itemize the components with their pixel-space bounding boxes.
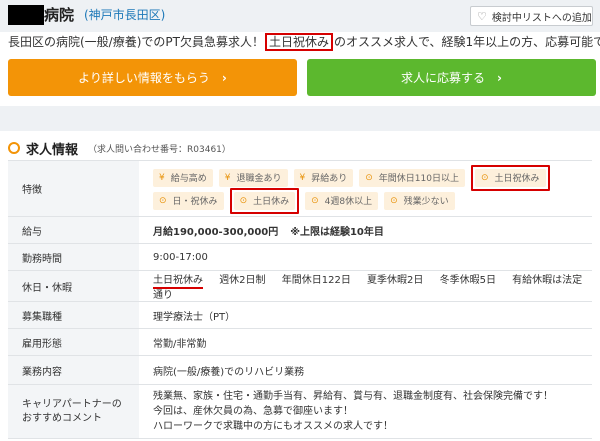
feature-tag-text: 給与高め	[170, 174, 207, 184]
add-to-favorites-label: 検討中リストへの追加	[491, 12, 592, 24]
heart-icon: ♡	[477, 9, 487, 23]
salary-value: 月給190,000-300,000円	[153, 226, 279, 238]
add-to-favorites-button[interactable]: ♡ 検討中リストへの追加	[470, 6, 593, 26]
feature-tag-text: 残業少ない	[403, 197, 449, 207]
feature-tag-highlight-box: ⊙ 土日祝休み	[470, 164, 550, 191]
circle-icon	[8, 142, 20, 154]
clock-icon: ⊙	[480, 172, 489, 183]
holiday-underlined: 土日祝休み	[153, 275, 203, 289]
salary-note: ※上限は経験10年目	[290, 226, 384, 238]
work-value: 病院(一般/療養)でのリハビリ業務	[139, 355, 592, 385]
holiday-item: 週休2日制	[219, 275, 266, 286]
feature-tag: ⊙ 年間休日110日以上	[359, 168, 465, 187]
page-header: 病院 (神戸市長田区) ♡ 検討中リストへの追加	[0, 0, 600, 32]
yen-icon: ¥	[159, 172, 165, 183]
row-label: 募集職種	[8, 301, 139, 329]
employment-value: 常勤/非常勤	[139, 328, 592, 356]
feature-tag-text: 退職金あり	[236, 174, 282, 184]
request-info-label: より詳しい情報をもらう	[78, 71, 210, 85]
comment-label-line: おすすめコメント	[22, 412, 102, 424]
request-info-button[interactable]: より詳しい情報をもらう ›	[8, 59, 297, 96]
table-row: 業務内容 病院(一般/療養)でのリハビリ業務	[8, 355, 592, 385]
section-header: 求人情報 （求人問い合わせ番号：R03461）	[8, 140, 231, 158]
table-row: 休日・休暇 土日祝休み 週休2日制 年間休日122日 夏季休暇2日 冬季休暇5日…	[8, 270, 592, 302]
row-label: 休日・休暇	[8, 270, 139, 302]
hospital-name: 病院	[44, 6, 75, 24]
comment-line: 残業無、家族・住宅・通勤手当有、昇給有、賞与有、退職金制度有、社会保険完備です！	[153, 391, 553, 402]
clock-icon: ⊙	[159, 195, 167, 206]
description-highlight: 土日祝休み	[264, 33, 333, 51]
row-label: 給与	[8, 216, 139, 244]
salary-cell: 月給190,000-300,000円 ※上限は経験10年目	[139, 216, 592, 244]
feature-tag: ⊙ 残業少ない	[384, 191, 455, 210]
feature-tag: ⊙ 土日休み	[233, 191, 296, 210]
yen-icon: ¥	[299, 172, 306, 183]
feature-tag-text: 土日休み	[253, 197, 290, 207]
row-label: キャリアパートナーの おすすめコメント	[8, 384, 139, 439]
comment-cell: 残業無、家族・住宅・通勤手当有、昇給有、賞与有、退職金制度有、社会保険完備です！…	[139, 384, 592, 439]
apply-label: 求人に応募する	[401, 71, 486, 85]
section-separator	[0, 106, 600, 131]
row-label: 特徴	[8, 160, 139, 217]
feature-tag-text: 日・祝休み	[172, 197, 218, 207]
clock-icon: ⊙	[365, 172, 373, 183]
holiday-item: 夏季休暇2日	[367, 275, 424, 286]
feature-tag: ⊙ 日・祝休み	[153, 191, 224, 210]
redacted-name-block	[8, 5, 44, 25]
chevron-right-icon: ›	[221, 70, 227, 85]
feature-tag-highlight-box: ⊙ 土日休み	[229, 187, 300, 214]
holidays-cell: 土日祝休み 週休2日制 年間休日122日 夏季休暇2日 冬季休暇5日 有給休暇は…	[139, 270, 592, 302]
clock-icon: ⊙	[239, 195, 248, 206]
hospital-location-link[interactable]: (神戸市長田区)	[84, 7, 165, 23]
hours-value: 9:00-17:00	[139, 243, 592, 271]
table-row: 募集職種 理学療法士（PT）	[8, 301, 592, 329]
apply-button[interactable]: 求人に応募する ›	[307, 59, 596, 96]
job-description: 長田区の病院(一般/療養)でのPT欠員急募求人！ 土日祝休み のオススメ求人で、…	[8, 33, 600, 51]
yen-icon: ¥	[224, 172, 231, 183]
feature-tag: ⊙ 土日祝休み	[474, 168, 546, 187]
row-label: 勤務時間	[8, 243, 139, 271]
table-row: 給与 月給190,000-300,000円 ※上限は経験10年目	[8, 216, 592, 244]
row-label: 雇用形態	[8, 328, 139, 356]
feature-tag: ⊙ 4週8休以上	[305, 191, 379, 210]
job-info-table: 特徴 ¥ 給与高め ¥ 退職金あり ¥ 昇給あり ⊙ 年間休日110日以上 ⊙ 土日祝休み…	[8, 160, 592, 439]
comment-line: 今回は、産休欠員の為、急募で御座います！	[153, 406, 353, 417]
description-text-after: のオススメ求人で、経験1年以上の方、応募可能です♪	[334, 35, 600, 49]
chevron-right-icon: ›	[497, 70, 502, 85]
feature-tag-text: 土日祝休み	[494, 174, 540, 184]
features-cell: ¥ 給与高め ¥ 退職金あり ¥ 昇給あり ⊙ 年間休日110日以上 ⊙ 土日祝休み ⊙ 日…	[139, 160, 592, 217]
section-title: 求人情報	[26, 142, 79, 158]
row-label: 業務内容	[8, 355, 139, 385]
table-row: 雇用形態 常勤/非常勤	[8, 328, 592, 356]
feature-tag-text: 4週8休以上	[324, 197, 373, 207]
inquiry-number: （求人問い合わせ番号：R03461）	[88, 144, 231, 155]
table-row: 勤務時間 9:00-17:00	[8, 243, 592, 271]
description-text-before: 長田区の病院(一般/療養)でのPT欠員急募求人！	[8, 35, 264, 49]
feature-tag-text: 昇給あり	[311, 174, 348, 184]
clock-icon: ⊙	[311, 195, 319, 206]
clock-icon: ⊙	[390, 195, 398, 206]
holiday-item: 冬季休暇5日	[439, 275, 496, 286]
holiday-item: 年間休日122日	[281, 275, 351, 286]
feature-tag: ¥ 昇給あり	[293, 168, 354, 187]
feature-tag-text: 年間休日110日以上	[378, 174, 459, 184]
table-row: キャリアパートナーの おすすめコメント 残業無、家族・住宅・通勤手当有、昇給有、…	[8, 384, 592, 439]
table-row: 特徴 ¥ 給与高め ¥ 退職金あり ¥ 昇給あり ⊙ 年間休日110日以上 ⊙ 土日祝休み…	[8, 160, 592, 217]
job-type-value: 理学療法士（PT）	[139, 301, 592, 329]
feature-tag: ¥ 退職金あり	[218, 168, 288, 187]
comment-label-line: キャリアパートナーの	[22, 398, 122, 410]
comment-line: ハローワークで求職中の方にもオススメの求人です！	[153, 421, 393, 432]
feature-tag: ¥ 給与高め	[153, 168, 213, 187]
